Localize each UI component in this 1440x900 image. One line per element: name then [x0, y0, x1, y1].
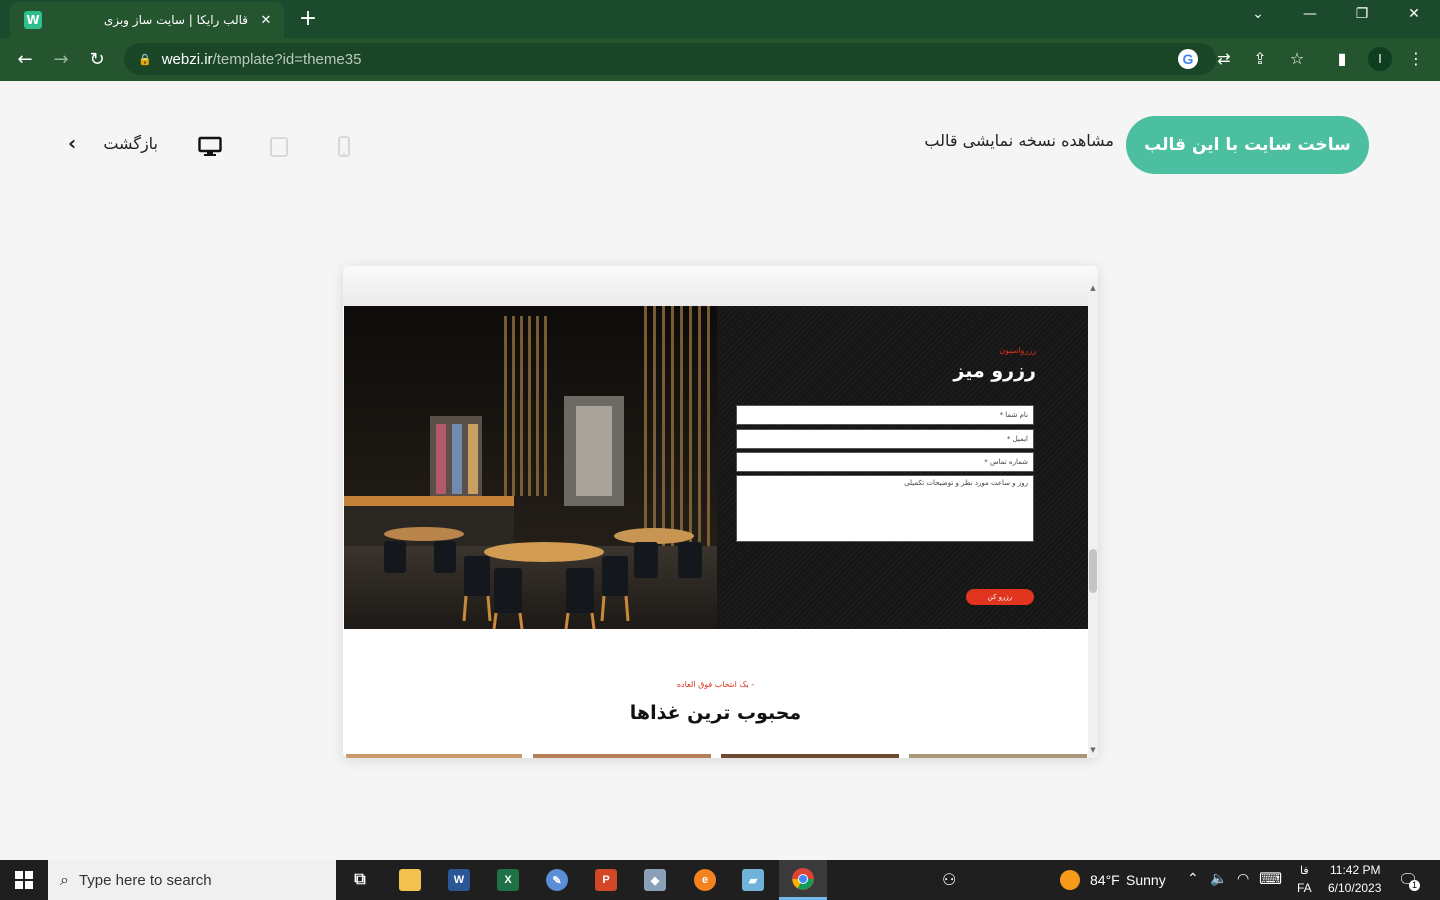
- tablet-icon[interactable]: [268, 135, 290, 159]
- dish-card-image: [909, 754, 1087, 758]
- reservation-section: رزرواسیون رزرو میز نام شما * ایمیل * شما…: [717, 306, 1088, 629]
- keyboard-icon[interactable]: ⌨: [1259, 869, 1282, 889]
- webzi-favicon-icon: W: [24, 11, 42, 29]
- dishes-title: محبوب ترین غذاها: [629, 702, 802, 724]
- scrollbar-thumb[interactable]: [1089, 549, 1097, 593]
- chrome-taskbar-button[interactable]: [779, 860, 827, 900]
- search-placeholder: Type here to search: [78, 871, 212, 889]
- restore-button[interactable]: ❐: [1347, 6, 1377, 22]
- restaurant-interior-image: [344, 306, 717, 629]
- chrome-icon: [792, 868, 814, 890]
- language-bottom[interactable]: FA: [1297, 881, 1312, 895]
- file-explorer-icon[interactable]: [395, 865, 425, 895]
- url-text: webzi.ir/template?id=theme35: [161, 50, 362, 68]
- email-field[interactable]: ایمیل *: [736, 429, 1034, 449]
- tab-close-icon[interactable]: ✕: [258, 13, 274, 28]
- demo-label[interactable]: مشاهده نسخه نمایشی قالب: [880, 131, 1114, 150]
- side-panel-icon[interactable]: ▮: [1330, 47, 1354, 71]
- build-site-button[interactable]: ساخت سایت با این قالب: [1126, 116, 1369, 174]
- reservation-subtitle: رزرواسیون: [999, 346, 1036, 355]
- weather-temp[interactable]: 84°F: [1090, 872, 1120, 888]
- bookmark-star-icon[interactable]: ☆: [1285, 47, 1309, 71]
- dish-card-image: [533, 754, 711, 758]
- reservation-title: رزرو میز: [953, 360, 1036, 382]
- scroll-up-icon[interactable]: ▲: [1088, 284, 1098, 292]
- browser-tab[interactable]: W قالب رایکا | سایت ساز وبزی ✕: [10, 2, 284, 38]
- google-icon[interactable]: G: [1178, 49, 1198, 69]
- menu-kebab-icon[interactable]: ⋮: [1404, 47, 1428, 71]
- search-icon: ⌕: [60, 870, 69, 889]
- back-link[interactable]: ‹ بازگشت: [68, 131, 158, 155]
- reserve-submit-button[interactable]: رزرو کن: [966, 589, 1034, 605]
- clock-time[interactable]: 11:42 PM: [1330, 863, 1380, 877]
- language-top[interactable]: فا: [1300, 864, 1309, 877]
- dish-card-image: [721, 754, 899, 758]
- powerpoint-icon[interactable]: P: [591, 865, 621, 895]
- people-icon[interactable]: ⚇: [942, 870, 956, 890]
- name-field[interactable]: نام شما *: [736, 405, 1034, 425]
- minimize-button[interactable]: —: [1295, 6, 1325, 22]
- preview-scrollbar[interactable]: ▲ ▼: [1088, 282, 1098, 758]
- windows-start-icon[interactable]: [14, 870, 34, 890]
- new-tab-button[interactable]: +: [296, 6, 320, 31]
- details-textarea[interactable]: روز و ساعت مورد نظر و توضیحات تکمیلی: [736, 475, 1034, 542]
- tab-strip: W قالب رایکا | سایت ساز وبزی ✕ + ⌄ — ❐ ✕: [0, 0, 1440, 38]
- app-orange-icon[interactable]: e: [690, 865, 720, 895]
- wifi-icon[interactable]: ◠: [1237, 870, 1249, 887]
- phone-field[interactable]: شماره تماس *: [736, 452, 1034, 472]
- address-bar[interactable]: 🔒 webzi.ir/template?id=theme35: [124, 43, 1216, 75]
- volume-icon[interactable]: 🔈: [1210, 870, 1227, 887]
- dishes-subtitle: - یک انتخاب فوق العاده: [676, 680, 755, 689]
- close-window-button[interactable]: ✕: [1399, 6, 1429, 22]
- mobile-icon[interactable]: [334, 135, 354, 159]
- lock-icon: 🔒: [138, 52, 152, 66]
- chevron-up-icon[interactable]: ⌃: [1187, 870, 1199, 887]
- share-icon[interactable]: ⇪: [1248, 47, 1272, 71]
- weather-desc[interactable]: Sunny: [1126, 872, 1166, 888]
- back-label: بازگشت: [103, 133, 158, 153]
- word-icon[interactable]: W: [444, 865, 474, 895]
- windows-taskbar: ⌕ Type here to search ⧉ W X ✎ P ◆ e ▰ ⚇ …: [0, 860, 1440, 900]
- task-view-icon[interactable]: ⧉: [345, 865, 375, 895]
- app-icon[interactable]: ◆: [640, 865, 670, 895]
- notification-count-badge: 1: [1409, 880, 1420, 891]
- translate-icon[interactable]: ⇄: [1212, 47, 1236, 71]
- excel-icon[interactable]: X: [493, 865, 523, 895]
- reload-icon[interactable]: ↻: [84, 47, 110, 73]
- dish-card-image: [346, 754, 522, 758]
- page-content: ساخت سایت با این قالب مشاهده نسخه نمایشی…: [0, 81, 1440, 860]
- back-arrow-icon[interactable]: ←: [12, 47, 38, 73]
- template-preview-frame[interactable]: رزرواسیون رزرو میز نام شما * ایمیل * شما…: [343, 266, 1098, 758]
- sun-weather-icon[interactable]: [1060, 870, 1080, 890]
- taskbar-search-box[interactable]: ⌕ Type here to search: [48, 860, 336, 900]
- profile-avatar[interactable]: I: [1368, 47, 1392, 71]
- tab-search-chevron-icon[interactable]: ⌄: [1243, 6, 1273, 22]
- chevron-left-icon: ‹: [68, 131, 77, 155]
- tab-title: قالب رایکا | سایت ساز وبزی: [103, 13, 248, 27]
- notes-icon[interactable]: ▰: [738, 865, 768, 895]
- forward-arrow-icon[interactable]: →: [48, 47, 74, 73]
- paint-icon[interactable]: ✎: [542, 865, 572, 895]
- desktop-icon[interactable]: [198, 135, 222, 159]
- clock-date[interactable]: 6/10/2023: [1328, 881, 1381, 895]
- preview-header-strip: [343, 266, 1098, 306]
- scroll-down-icon[interactable]: ▼: [1088, 746, 1098, 754]
